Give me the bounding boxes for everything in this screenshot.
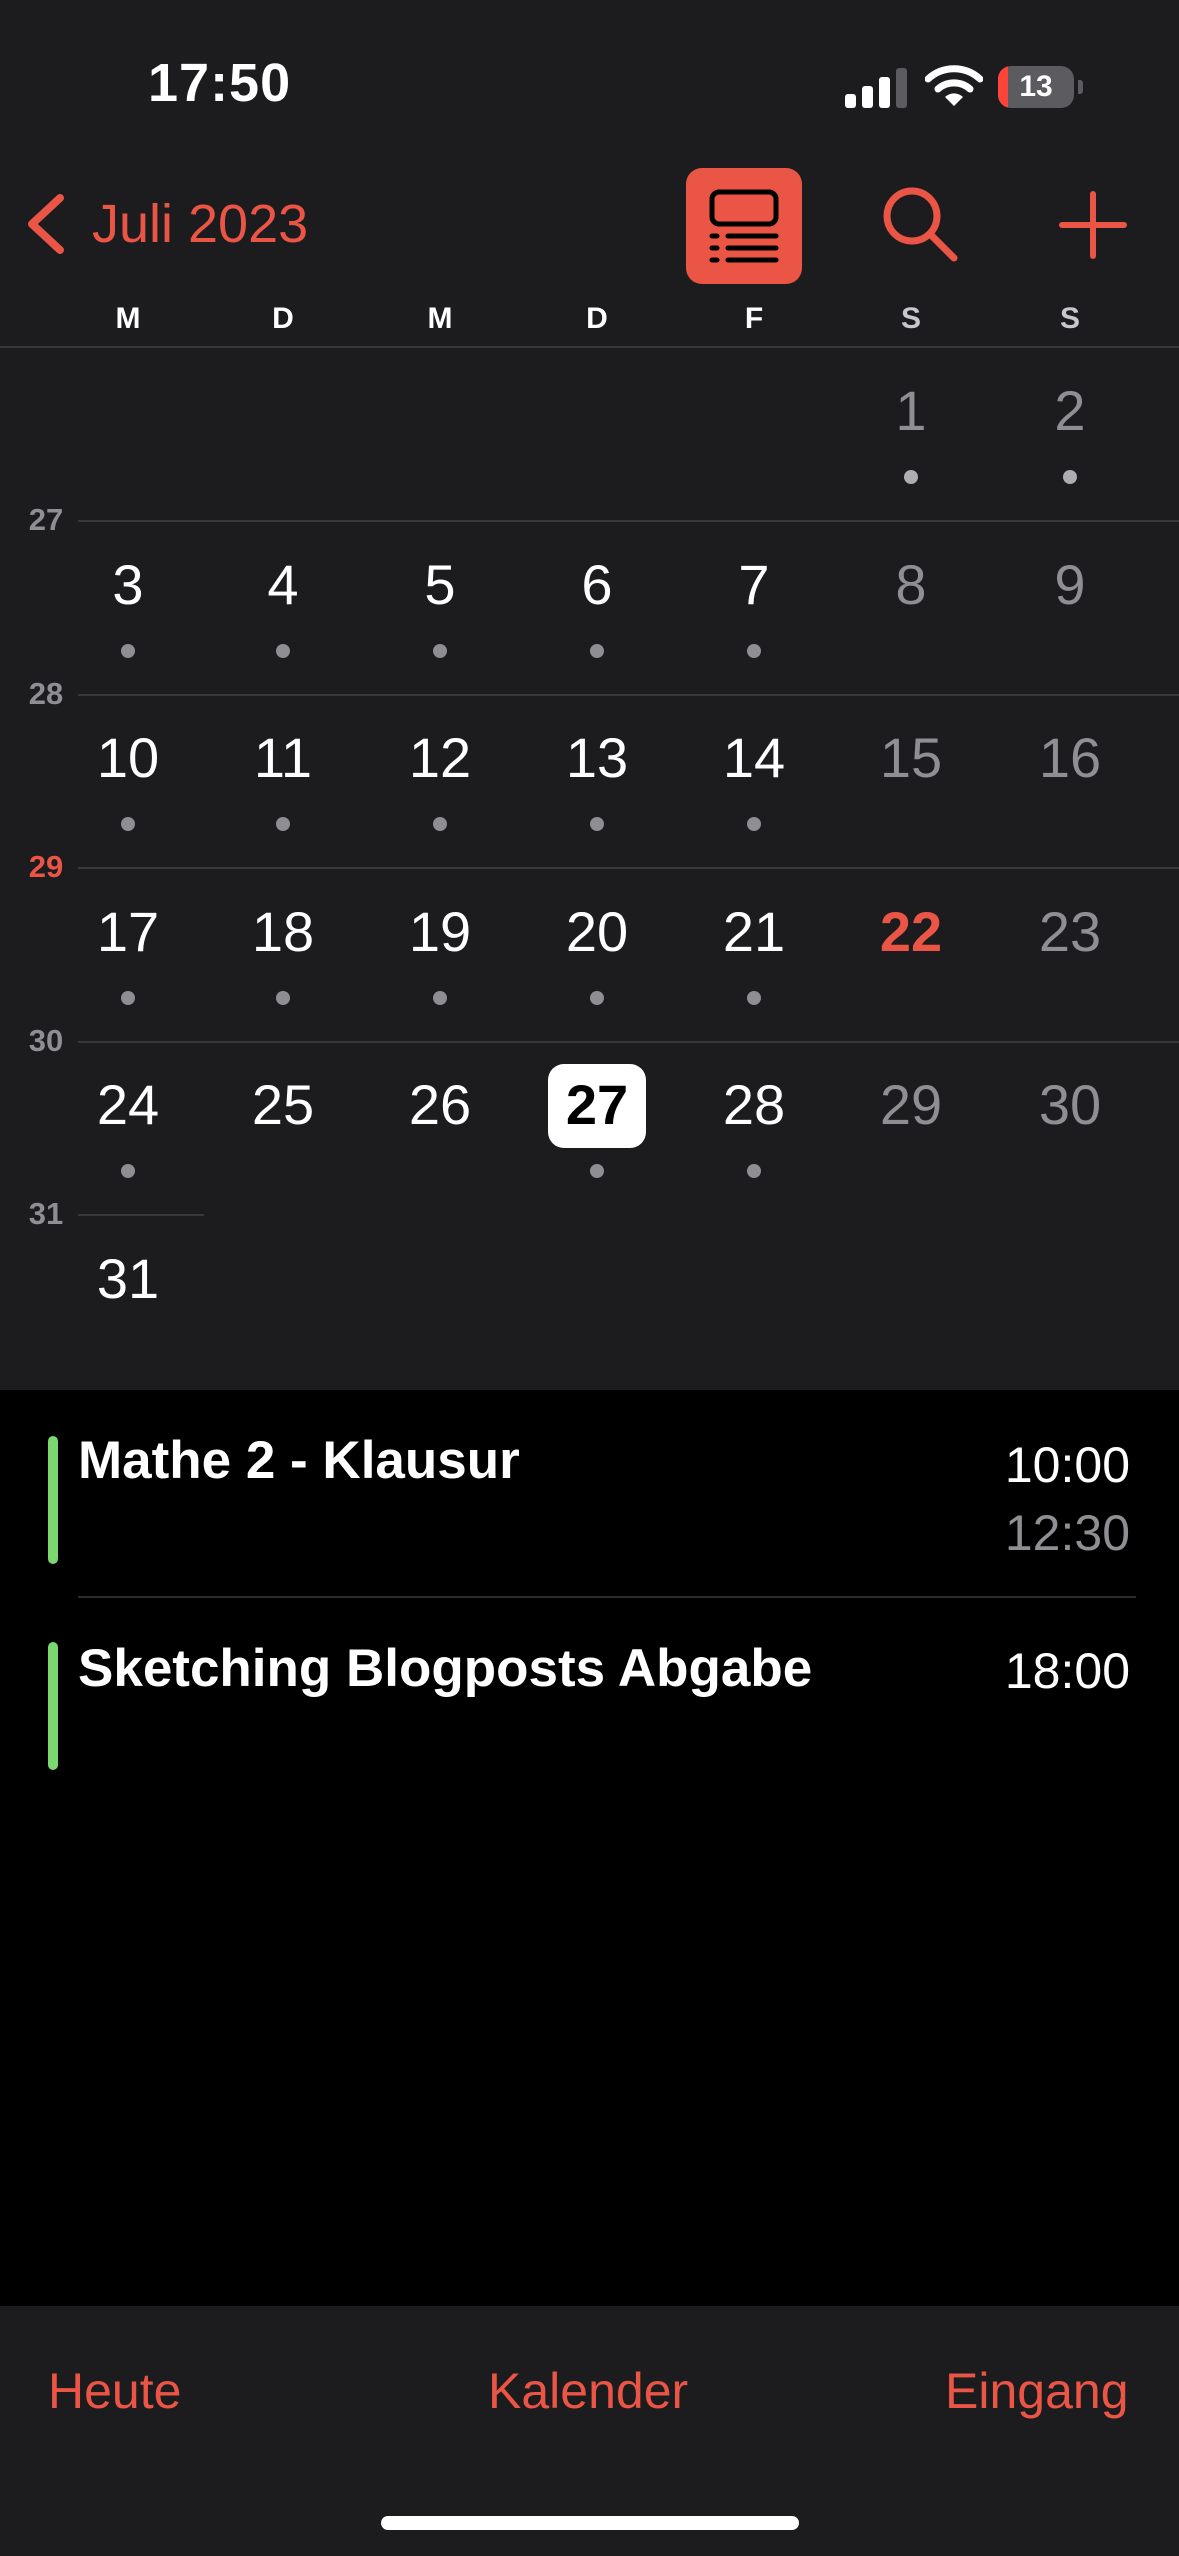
week-number: 28 <box>28 675 64 711</box>
week-number: 30 <box>28 1022 64 1058</box>
event-indicator-dot <box>904 470 918 484</box>
wifi-icon <box>925 65 983 106</box>
calendar-day[interactable]: 21 <box>704 899 804 965</box>
calendar-day[interactable]: 24 <box>78 1072 178 1138</box>
event-start-time: 10:00 <box>1004 1437 1130 1493</box>
weekday-header-divider <box>0 346 1179 348</box>
weekday-label: S <box>1059 302 1080 335</box>
calendar-day[interactable]: 6 <box>547 552 647 618</box>
weekday-label: F <box>744 302 764 335</box>
calendar-day[interactable]: 31 <box>78 1246 178 1312</box>
calendar-day[interactable]: 4 <box>233 552 333 618</box>
battery-tip <box>1078 80 1083 94</box>
week-separator <box>78 693 1179 696</box>
calendar-day-today[interactable]: 22 <box>861 899 961 965</box>
weekday-label: S <box>900 302 921 335</box>
event-end-time: 12:30 <box>1004 1505 1130 1561</box>
add-event-icon[interactable] <box>1058 190 1128 260</box>
week-separator <box>78 1214 204 1216</box>
chevron-left-icon <box>28 194 64 254</box>
back-to-year-button[interactable]: Juli 2023 <box>24 188 308 260</box>
week-number: 27 <box>28 502 64 537</box>
event-indicator-dot <box>121 1164 135 1178</box>
weekday-label: M <box>427 302 453 335</box>
event-indicator-dot <box>747 643 761 658</box>
weekday-label: D <box>586 302 608 335</box>
calendar-day[interactable]: 25 <box>233 1072 333 1138</box>
inbox-button[interactable]: Eingang <box>945 2362 1129 2420</box>
home-indicator[interactable] <box>381 2516 799 2530</box>
calendars-button[interactable]: Kalender <box>488 2362 688 2420</box>
calendar-day[interactable]: 10 <box>78 725 178 791</box>
calendar-day[interactable]: 20 <box>547 899 647 965</box>
status-time: 17:50 <box>148 53 292 113</box>
event-indicator-dot <box>121 643 135 658</box>
month-title: Juli 2023 <box>92 194 309 254</box>
event-title: Sketching Blogposts Abgabe <box>78 1639 813 1698</box>
week-separator <box>78 867 1179 869</box>
event-indicator-dot <box>590 643 604 658</box>
event-indicator-dot <box>433 990 447 1005</box>
calendar-day[interactable]: 5 <box>390 552 490 618</box>
event-color-bar <box>48 1436 58 1564</box>
search-icon[interactable] <box>880 184 960 264</box>
event-indicator-dot <box>276 817 290 831</box>
event-divider <box>78 1596 1136 1598</box>
calendar-day[interactable]: 9 <box>1020 552 1120 618</box>
event-item[interactable]: Mathe 2 - Klausur 10:00 12:30 <box>0 1430 1179 1570</box>
list-view-toggle-button[interactable] <box>686 168 802 284</box>
calendar-day[interactable]: 3 <box>78 552 178 618</box>
calendar-day[interactable]: 2 <box>1020 378 1120 444</box>
week-separator <box>78 520 1179 522</box>
calendar-day[interactable]: 16 <box>1020 725 1120 791</box>
event-indicator-dot <box>121 817 135 831</box>
calendar-day[interactable]: 28 <box>704 1072 804 1138</box>
weekday-label: D <box>272 302 294 335</box>
cellular-signal-icon <box>845 68 907 108</box>
event-item[interactable]: Sketching Blogposts Abgabe 18:00 <box>0 1638 1179 1778</box>
event-indicator-dot <box>747 817 761 831</box>
battery-percent: 13 <box>1019 70 1053 103</box>
event-indicator-dot <box>1063 470 1077 484</box>
week-number: 29 <box>28 849 64 884</box>
calendar-day[interactable]: 8 <box>861 552 961 618</box>
calendar-day[interactable]: 29 <box>861 1072 961 1138</box>
event-indicator-dot <box>276 990 290 1005</box>
calendar-day[interactable]: 30 <box>1020 1072 1120 1138</box>
event-indicator-dot <box>747 1164 761 1178</box>
event-indicator-dot <box>590 1164 604 1178</box>
calendar-day[interactable]: 13 <box>547 725 647 791</box>
weekday-label: M <box>115 302 141 335</box>
event-indicator-dot <box>121 990 135 1005</box>
calendar-day[interactable]: 12 <box>390 725 490 791</box>
calendar-day[interactable]: 17 <box>78 899 178 965</box>
calendar-day[interactable]: 15 <box>861 725 961 791</box>
calendar-day[interactable]: 14 <box>704 725 804 791</box>
event-indicator-dot <box>433 643 447 658</box>
list-view-icon <box>709 189 779 263</box>
calendar-day-selected[interactable]: 27 <box>547 1072 647 1138</box>
event-indicator-dot <box>433 817 447 831</box>
calendar-day[interactable]: 1 <box>861 378 961 444</box>
week-separator <box>78 1040 1179 1043</box>
event-start-time: 18:00 <box>1004 1643 1130 1699</box>
calendar-day[interactable]: 18 <box>233 899 333 965</box>
event-indicator-dot <box>590 817 604 831</box>
battery-icon: 13 <box>998 66 1074 108</box>
calendar-day[interactable]: 23 <box>1020 899 1120 965</box>
calendar-day[interactable]: 7 <box>704 552 804 618</box>
event-color-bar <box>48 1642 58 1770</box>
event-indicator-dot <box>276 643 290 658</box>
event-indicator-dot <box>590 990 604 1005</box>
calendar-day[interactable]: 26 <box>390 1072 490 1138</box>
event-title: Mathe 2 - Klausur <box>78 1431 520 1490</box>
event-indicator-dot <box>747 990 761 1005</box>
week-number: 31 <box>28 1196 64 1231</box>
calendar-day[interactable]: 11 <box>233 725 333 791</box>
today-button[interactable]: Heute <box>48 2362 181 2420</box>
calendar-day[interactable]: 19 <box>390 899 490 965</box>
